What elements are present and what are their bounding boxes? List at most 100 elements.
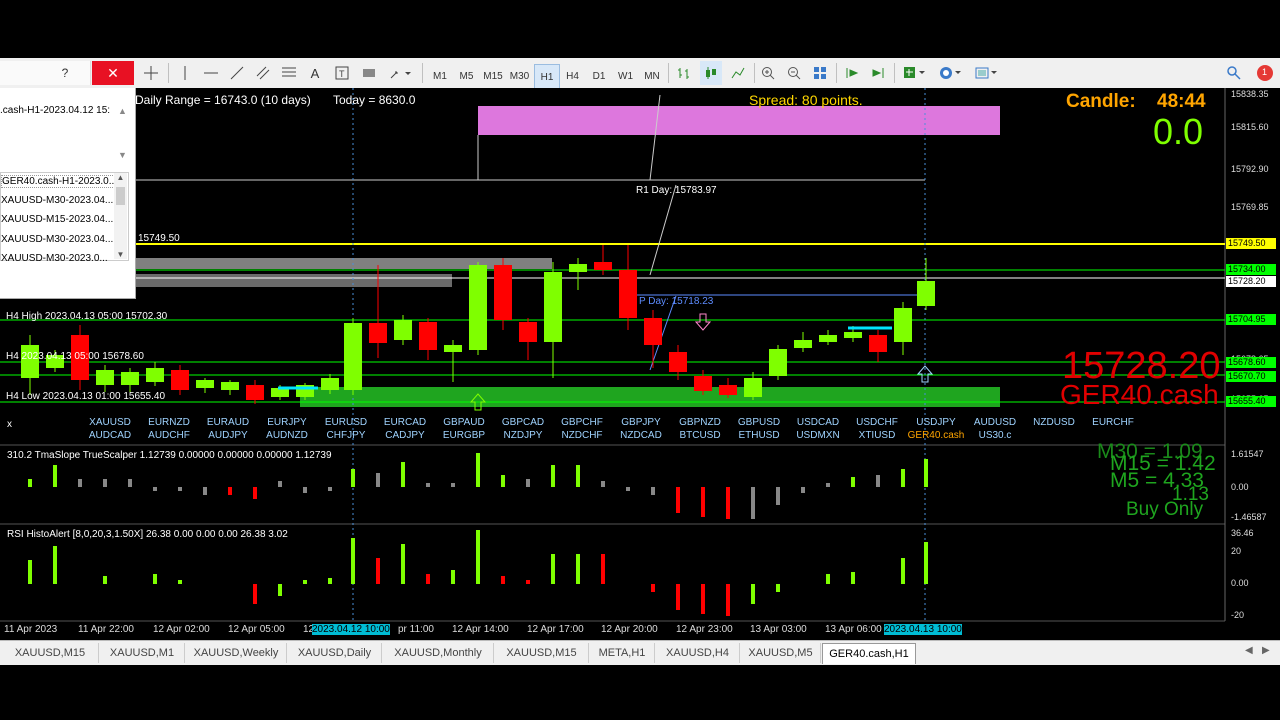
zoom-in-icon[interactable] xyxy=(758,61,778,85)
candle-body xyxy=(917,281,935,306)
pair-link[interactable]: NZDCAD xyxy=(611,430,671,441)
tile-windows-icon[interactable] xyxy=(810,61,830,85)
timeframe-h4-button[interactable]: H4 xyxy=(561,64,585,88)
file-list-scrollbar[interactable]: ▲ ▼ xyxy=(114,173,127,259)
pair-link[interactable]: NZDJPY xyxy=(493,430,553,441)
line-chart-icon[interactable] xyxy=(728,61,748,85)
pair-link[interactable]: CHFJPY xyxy=(316,430,376,441)
pair-link[interactable]: GBPAUD xyxy=(434,417,494,428)
channel-icon[interactable] xyxy=(252,61,274,85)
crosshair-icon[interactable] xyxy=(140,61,162,85)
candle-body xyxy=(171,370,189,390)
pair-link[interactable]: NZDUSD xyxy=(1024,417,1084,428)
chart-tab[interactable]: XAUUSD,M5 xyxy=(741,643,821,663)
chart-tab[interactable]: XAUUSD,Monthly xyxy=(383,643,494,663)
chart-tab[interactable]: XAUUSD,Weekly xyxy=(186,643,287,663)
demand-zone xyxy=(300,387,1000,407)
pair-link[interactable]: EURJPY xyxy=(257,417,317,428)
pair-link[interactable]: AUDCAD xyxy=(80,430,140,441)
pair-link[interactable]: GER40.cash xyxy=(906,430,966,441)
text-icon[interactable]: A xyxy=(304,61,326,85)
pair-link[interactable]: XAUUSD xyxy=(80,417,140,428)
timeframe-m1-button[interactable]: M1 xyxy=(428,64,452,88)
price-tag: 15670.70 xyxy=(1226,371,1276,382)
pair-link[interactable]: GBPUSD xyxy=(729,417,789,428)
pair-link[interactable]: NZDCHF xyxy=(552,430,612,441)
candlestick-icon[interactable] xyxy=(700,61,722,85)
timeframe-mn-button[interactable]: MN xyxy=(640,64,664,88)
pair-link[interactable]: USDCAD xyxy=(788,417,848,428)
shift-icon[interactable] xyxy=(868,61,888,85)
scroll-down-icon[interactable]: ▼ xyxy=(118,150,127,160)
zoom-out-icon[interactable] xyxy=(784,61,804,85)
templates-icon[interactable] xyxy=(972,61,1002,85)
pair-link[interactable]: EURAUD xyxy=(198,417,258,428)
pair-link[interactable]: USDJPY xyxy=(906,417,966,428)
search-icon[interactable] xyxy=(1224,61,1244,85)
chart-tab[interactable]: XAUUSD,M1 xyxy=(100,643,185,663)
pair-link[interactable]: GBPNZD xyxy=(670,417,730,428)
panel-top-item[interactable]: .cash-H1-2023.04.12 15: xyxy=(0,105,112,116)
pair-link[interactable]: AUDCHF xyxy=(139,430,199,441)
rsi-histogram-bar xyxy=(576,554,580,584)
file-item[interactable]: XAUUSD-M30-2023.04... xyxy=(1,234,113,245)
file-item[interactable]: GER40.cash-H1-2023.0... xyxy=(1,175,115,188)
timeframe-h1-button[interactable]: H1 xyxy=(534,64,560,90)
file-list[interactable]: GER40.cash-H1-2023.0... XAUUSD-M30-2023.0… xyxy=(0,172,129,264)
chart-tab[interactable]: XAUUSD,M15 xyxy=(495,643,589,663)
pair-link[interactable]: ETHUSD xyxy=(729,430,789,441)
pair-link[interactable]: USDMXN xyxy=(788,430,848,441)
bar-chart-icon[interactable] xyxy=(674,61,694,85)
chart-tab[interactable]: XAUUSD,H4 xyxy=(656,643,740,663)
file-item[interactable]: XAUUSD-M30-2023.04... xyxy=(1,195,113,206)
pair-link[interactable]: GBPCHF xyxy=(552,417,612,428)
chart-tab[interactable]: META,H1 xyxy=(590,643,655,663)
navigator-panel[interactable]: .cash-H1-2023.04.12 15: ▲ ▼ GER40.cash-H… xyxy=(0,88,136,299)
vertical-line-icon[interactable] xyxy=(176,61,194,85)
trendline-icon[interactable] xyxy=(226,61,248,85)
periodicity-icon[interactable] xyxy=(936,61,966,85)
file-item[interactable]: XAUUSD-M15-2023.04... xyxy=(1,214,113,225)
close-button[interactable]: ✕ xyxy=(92,61,134,85)
pair-link[interactable]: US30.c xyxy=(965,430,1025,441)
timeframe-m15-button[interactable]: M15 xyxy=(481,64,505,88)
pair-link[interactable]: EURCHF xyxy=(1083,417,1143,428)
tab-scroll-right-icon[interactable]: ▶ xyxy=(1262,645,1270,656)
indicators-icon[interactable] xyxy=(900,61,930,85)
chart-tab[interactable]: GER40.cash,H1 xyxy=(822,643,916,664)
arrows-icon[interactable] xyxy=(384,61,416,85)
chart-tab[interactable]: XAUUSD,M15 xyxy=(2,643,99,663)
supply-zone xyxy=(478,106,1000,135)
pair-link[interactable]: EURNZD xyxy=(139,417,199,428)
pair-link[interactable]: GBPCAD xyxy=(493,417,553,428)
pair-link[interactable]: AUDJPY xyxy=(198,430,258,441)
pair-link[interactable]: XTIUSD xyxy=(847,430,907,441)
pair-link[interactable]: EURUSD xyxy=(316,417,376,428)
scroll-up-icon[interactable]: ▲ xyxy=(118,106,127,116)
text-label-icon[interactable]: T xyxy=(330,61,354,85)
pair-link[interactable]: EURCAD xyxy=(375,417,435,428)
timeframe-d1-button[interactable]: D1 xyxy=(587,64,611,88)
tab-scroll-left-icon[interactable]: ◀ xyxy=(1245,645,1253,656)
help-button[interactable]: ? xyxy=(62,66,69,80)
horizontal-line-icon[interactable] xyxy=(200,61,222,85)
chart-tab[interactable]: XAUUSD,Daily xyxy=(288,643,382,663)
pair-link[interactable]: GBPJPY xyxy=(611,417,671,428)
fibonacci-icon[interactable] xyxy=(278,61,300,85)
timeframe-m30-button[interactable]: M30 xyxy=(508,64,532,88)
rectangle-icon[interactable] xyxy=(358,61,380,85)
pair-link[interactable]: EURGBP xyxy=(434,430,494,441)
time-axis-label: 11 Apr 22:00 xyxy=(78,624,134,635)
timeframe-m5-button[interactable]: M5 xyxy=(455,64,479,88)
file-item[interactable]: XAUUSD-M30-2023.0... xyxy=(1,253,113,264)
pair-link[interactable]: AUDNZD xyxy=(257,430,317,441)
notification-icon[interactable]: 1 xyxy=(1254,61,1276,85)
pair-link[interactable]: BTCUSD xyxy=(670,430,730,441)
scroll-icon[interactable] xyxy=(842,61,862,85)
close-pairs-x[interactable]: x xyxy=(7,419,12,430)
timeframe-w1-button[interactable]: W1 xyxy=(614,64,638,88)
pair-link[interactable]: CADJPY xyxy=(375,430,435,441)
chart-tab-bar: XAUUSD,M15 XAUUSD,M1 XAUUSD,Weekly XAUUSD,D… xyxy=(0,640,1280,665)
pair-link[interactable]: USDCHF xyxy=(847,417,907,428)
pair-link[interactable]: AUDUSD xyxy=(965,417,1025,428)
